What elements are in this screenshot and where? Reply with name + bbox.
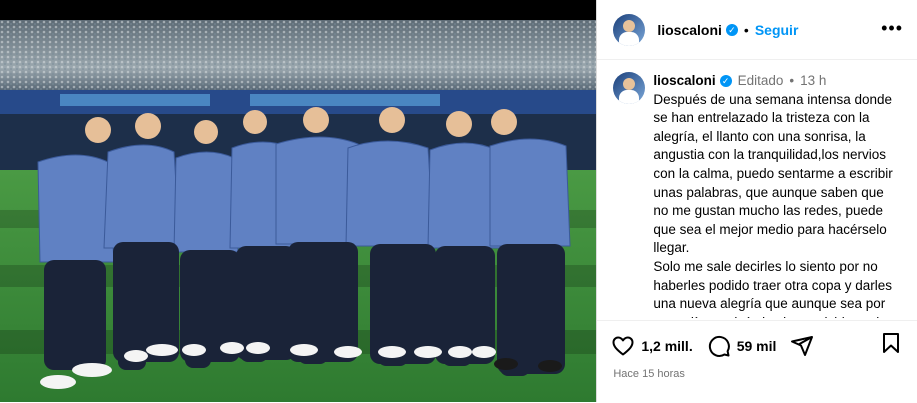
separator-dot: • xyxy=(743,21,749,38)
caption-body: lioscaloni ✓ Editado • 13 h Después de u… xyxy=(653,72,892,318)
bookmark-icon xyxy=(883,333,900,353)
post-media[interactable] xyxy=(0,0,597,402)
verified-icon: ✓ xyxy=(719,75,732,88)
share-button[interactable] xyxy=(790,334,814,358)
caption-header: lioscaloni ✓ Editado • 13 h xyxy=(653,72,892,91)
caption-paragraph: Después de una semana intensa donde se h… xyxy=(653,91,893,256)
like-button[interactable]: 1,2 mill. xyxy=(611,334,693,358)
caption-time[interactable]: 13 h xyxy=(800,72,826,91)
action-bar: 1,2 mill. 59 mil Hace 15 horas xyxy=(597,320,917,403)
heart-icon xyxy=(612,336,634,355)
post-sidebar: lioscaloni ✓ • Seguir ••• lioscaloni ✓ E… xyxy=(596,0,917,402)
share-icon xyxy=(791,335,814,356)
team-photo xyxy=(0,20,597,402)
separator-dot: • xyxy=(789,73,795,88)
comment-count[interactable]: 59 mil xyxy=(737,338,777,354)
edited-label: Editado xyxy=(737,73,784,88)
post-header: lioscaloni ✓ • Seguir ••• xyxy=(597,0,917,60)
avatar[interactable] xyxy=(613,13,646,46)
verified-icon: ✓ xyxy=(725,23,738,36)
follow-button[interactable]: Seguir xyxy=(755,22,799,38)
like-count[interactable]: 1,2 mill. xyxy=(641,338,692,354)
instagram-post: lioscaloni ✓ • Seguir ••• lioscaloni ✓ E… xyxy=(0,0,917,402)
caption-paragraph: Solo me sale decirles lo siento por no h… xyxy=(653,258,892,318)
caption-avatar[interactable] xyxy=(613,72,646,104)
comment-icon xyxy=(708,335,730,357)
caption-username[interactable]: lioscaloni xyxy=(653,72,715,91)
save-button[interactable] xyxy=(879,331,903,360)
comment-button[interactable]: 59 mil xyxy=(707,334,777,358)
caption: lioscaloni ✓ Editado • 13 h Después de u… xyxy=(613,72,903,318)
username-link[interactable]: lioscaloni xyxy=(657,22,722,38)
more-options-icon[interactable]: ••• xyxy=(881,18,903,39)
post-time[interactable]: Hace 15 horas xyxy=(597,360,917,388)
